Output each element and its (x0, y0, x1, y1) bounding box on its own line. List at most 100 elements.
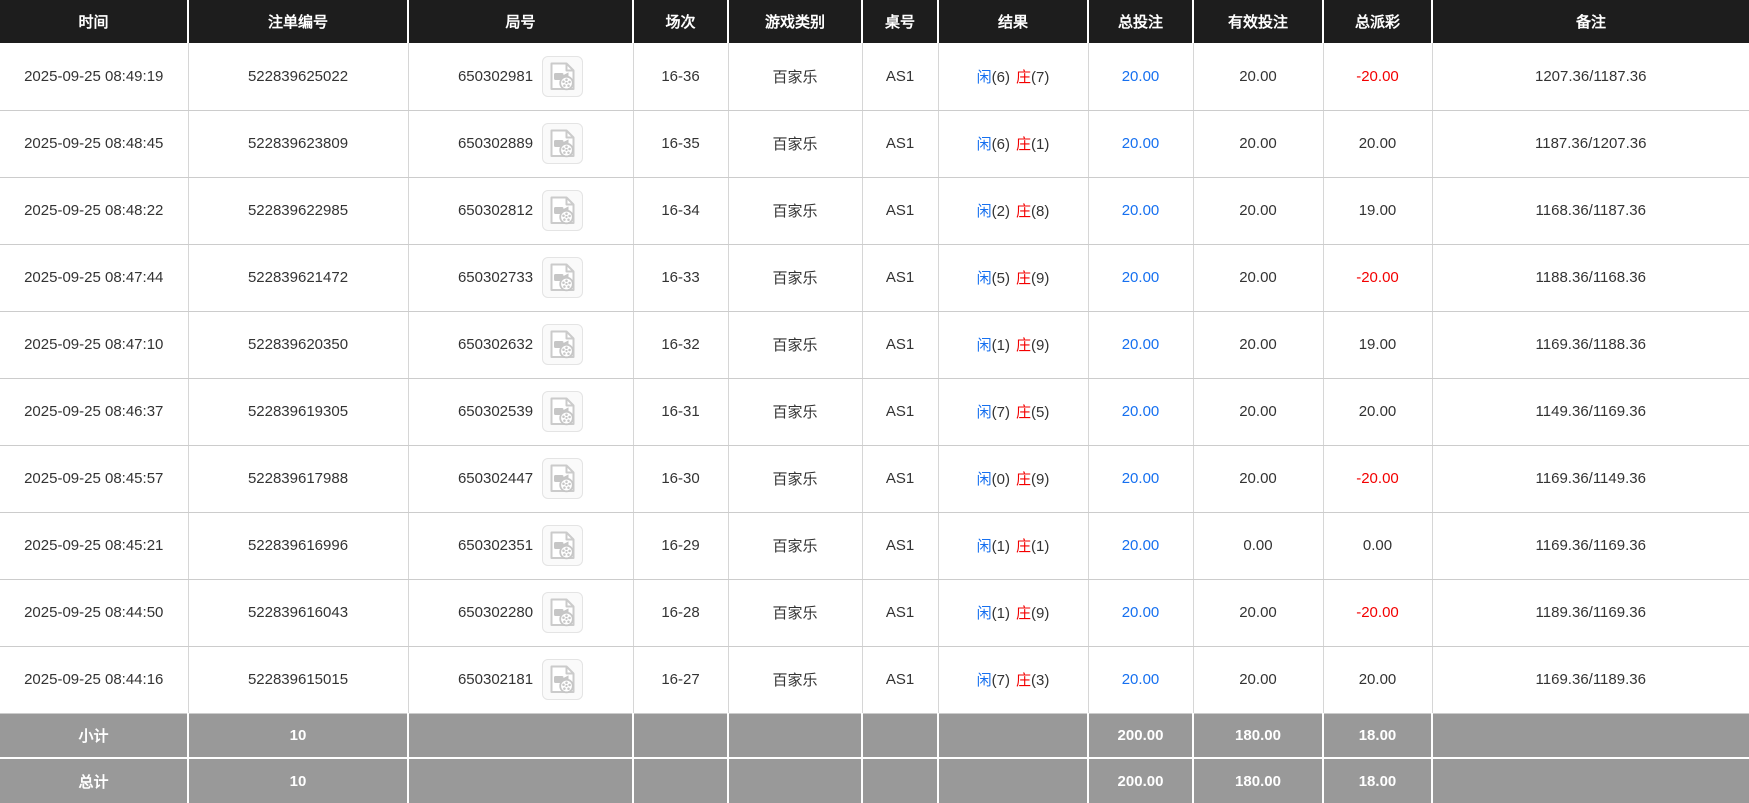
time-cell: 2025-09-25 08:49:19 (0, 43, 189, 111)
player-result-label: 闲 (976, 404, 992, 421)
banker-result-label: 庄 (1016, 203, 1032, 220)
payout-cell: 20.00 (1323, 378, 1433, 446)
player-result-label: 闲 (976, 605, 992, 622)
subtotal-valid-bet: 180.00 (1193, 713, 1324, 758)
time-cell: 2025-09-25 08:44:50 (0, 579, 189, 647)
video-replay-button[interactable] (542, 55, 584, 97)
round-number: 650302632 (457, 336, 534, 353)
player-result-label: 闲 (976, 68, 992, 86)
col-header-session: 场次 (633, 0, 729, 43)
total-bet-cell: 20.00 (1088, 378, 1194, 446)
video-replay-button[interactable] (542, 391, 584, 432)
remark-cell: 1187.36/1207.36 (1432, 110, 1749, 178)
bet-id-cell: 522839616996 (188, 512, 409, 580)
bet-id-cell: 522839621472 (188, 244, 409, 312)
video-file-icon (550, 464, 575, 493)
result-cell: 闲(0) 庄(9) (938, 445, 1089, 513)
result-cell: 闲(7) 庄(5) (938, 378, 1089, 446)
table-row: 2025-09-25 08:46:37 522839619305 650302539… (0, 378, 1749, 446)
game-type-cell: 百家乐 (728, 177, 863, 245)
player-result-label: 闲 (976, 203, 992, 220)
total-bet-cell: 20.00 (1088, 579, 1194, 647)
remark-cell: 1169.36/1188.36 (1432, 311, 1749, 379)
payout-cell: -20.00 (1323, 244, 1433, 312)
table-header: 时间 注单编号 局号 场次 游戏类别 桌号 结果 总投注 有效投注 总派彩 备注 (0, 0, 1749, 43)
time-cell: 2025-09-25 08:48:45 (0, 110, 189, 178)
payout-cell: 19.00 (1323, 311, 1433, 379)
remark-cell: 1189.36/1169.36 (1432, 579, 1749, 647)
session-cell: 16-30 (633, 445, 729, 513)
table-no-cell: AS1 (862, 177, 939, 245)
video-replay-button[interactable] (542, 190, 584, 231)
grand-total-row: 总计 10 200.00 180.00 18.00 (0, 757, 1749, 803)
video-replay-button[interactable] (542, 123, 584, 164)
game-type-cell: 百家乐 (728, 244, 863, 312)
valid-bet-cell: 20.00 (1193, 43, 1324, 111)
subtotal-row: 小计 10 200.00 180.00 18.00 (0, 713, 1749, 758)
payout-cell: -20.00 (1323, 579, 1433, 647)
video-file-icon (550, 531, 575, 560)
session-cell: 16-31 (633, 378, 729, 446)
col-header-table-no: 桌号 (862, 0, 939, 43)
table-no-cell: AS1 (862, 512, 939, 580)
player-result-points: (6) (991, 68, 1010, 86)
video-replay-button[interactable] (542, 659, 584, 700)
game-type-cell: 百家乐 (728, 646, 863, 714)
session-cell: 16-34 (633, 177, 729, 245)
time-cell: 2025-09-25 08:47:44 (0, 244, 189, 312)
col-header-total-bet: 总投注 (1088, 0, 1194, 43)
table-row: 2025-09-25 08:44:50 522839616043 650302280… (0, 579, 1749, 647)
video-replay-button[interactable] (542, 458, 584, 499)
payout-cell: -20.00 (1323, 43, 1433, 111)
video-file-icon (550, 196, 575, 225)
col-header-time: 时间 (0, 0, 189, 43)
table-no-cell: AS1 (862, 244, 939, 312)
session-cell: 16-36 (633, 43, 729, 111)
payout-cell: 19.00 (1323, 177, 1433, 245)
total-bet-cell: 20.00 (1088, 177, 1194, 245)
grand-total-total-bet: 200.00 (1088, 757, 1194, 803)
table-row: 2025-09-25 08:44:16 522839615015 650302181… (0, 646, 1749, 714)
round-cell: 650302812 (408, 177, 634, 245)
round-number: 650302889 (457, 135, 534, 152)
table-row: 2025-09-25 08:48:22 522839622985 650302812… (0, 177, 1749, 245)
time-cell: 2025-09-25 08:46:37 (0, 378, 189, 446)
payout-cell: 0.00 (1323, 512, 1433, 580)
total-bet-cell: 20.00 (1088, 43, 1194, 111)
total-bet-cell: 20.00 (1088, 110, 1194, 178)
remark-cell: 1168.36/1187.36 (1432, 177, 1749, 245)
bet-records-table: 时间 注单编号 局号 场次 游戏类别 桌号 结果 总投注 有效投注 总派彩 备注… (0, 0, 1749, 803)
video-replay-button[interactable] (542, 525, 584, 566)
grand-total-count: 10 (188, 757, 409, 803)
game-type-cell: 百家乐 (728, 43, 863, 111)
valid-bet-cell: 20.00 (1193, 378, 1324, 446)
payout-cell: 20.00 (1323, 646, 1433, 714)
banker-result-label: 庄 (1016, 68, 1032, 86)
result-cell: 闲(1) 庄(9) (938, 311, 1089, 379)
player-result-points: (7) (991, 404, 1010, 421)
player-result-label: 闲 (976, 672, 992, 689)
round-cell: 650302889 (408, 110, 634, 178)
col-header-round: 局号 (408, 0, 634, 43)
game-type-cell: 百家乐 (728, 512, 863, 580)
session-cell: 16-28 (633, 579, 729, 647)
player-result-label: 闲 (976, 270, 992, 287)
player-result-label: 闲 (976, 471, 992, 488)
round-number: 650302733 (457, 269, 534, 286)
time-cell: 2025-09-25 08:48:22 (0, 177, 189, 245)
remark-cell: 1188.36/1168.36 (1432, 244, 1749, 312)
video-replay-button[interactable] (542, 257, 584, 298)
video-replay-button[interactable] (542, 324, 584, 365)
player-result-label: 闲 (976, 136, 992, 153)
round-number: 650302181 (457, 671, 534, 688)
result-cell: 闲(1) 庄(9) (938, 579, 1089, 647)
video-file-icon (550, 598, 575, 627)
valid-bet-cell: 20.00 (1193, 445, 1324, 513)
video-replay-button[interactable] (542, 592, 584, 633)
bet-id-cell: 522839625022 (188, 43, 409, 111)
payout-cell: -20.00 (1323, 445, 1433, 513)
table-no-cell: AS1 (862, 445, 939, 513)
banker-result-points: (9) (1031, 270, 1050, 287)
player-result-points: (7) (991, 672, 1010, 689)
total-bet-cell: 20.00 (1088, 244, 1194, 312)
